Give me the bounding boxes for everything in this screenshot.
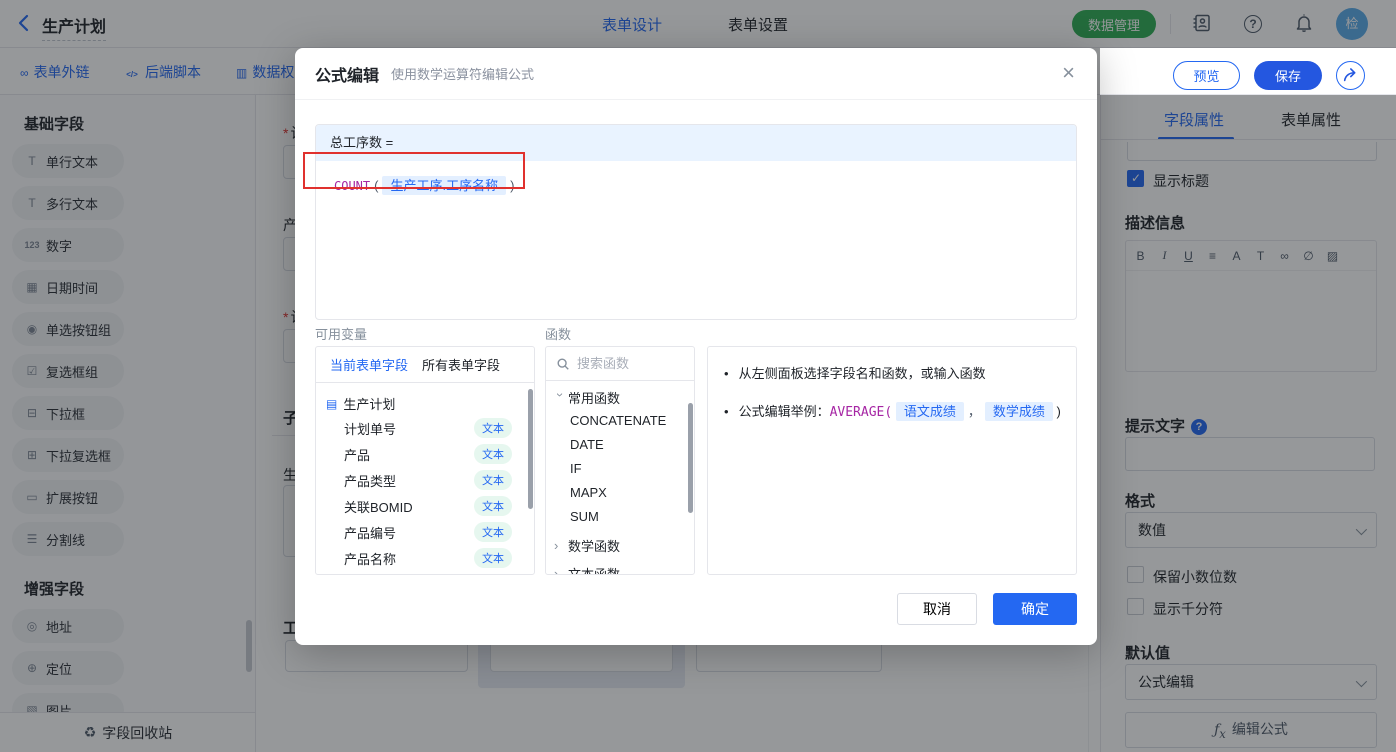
- functions-scrollbar-thumb[interactable]: [688, 403, 693, 513]
- function-group-name: 数学函数: [568, 538, 621, 554]
- function-item[interactable]: MAPX: [546, 481, 694, 505]
- function-search: [546, 347, 694, 381]
- variable-name: 产品名称: [344, 551, 397, 567]
- tab-all-form-fields[interactable]: 所有表单字段: [422, 355, 500, 374]
- search-icon: [557, 357, 569, 370]
- variable-row[interactable]: 产品 文本: [316, 441, 534, 467]
- function-search-input[interactable]: [577, 356, 677, 371]
- variable-name: 产品: [344, 447, 371, 463]
- example-function-token: AVERAGE(: [829, 405, 893, 420]
- function-item[interactable]: SUM: [546, 505, 694, 529]
- variables-label: 可用变量: [315, 327, 368, 342]
- formula-target: 总工序数 =: [316, 125, 1076, 161]
- modal-overlay: [0, 0, 1396, 48]
- save-button[interactable]: 保存: [1254, 61, 1322, 90]
- preview-button[interactable]: 预览: [1173, 61, 1240, 90]
- modal-title: 公式编辑: [315, 67, 380, 85]
- function-group-expanded[interactable]: › 常用函数: [546, 385, 694, 409]
- variable-row[interactable]: 关联BOMID 文本: [316, 493, 534, 519]
- chevron-icon: ›: [554, 565, 559, 575]
- function-item[interactable]: IF: [546, 457, 694, 481]
- document-icon: ▤: [326, 396, 338, 411]
- formula-hints-panel: • 从左侧面板选择字段名和函数，或输入函数 • 公式编辑举例：AVERAGE( …: [707, 346, 1077, 575]
- variables-scrollbar-thumb[interactable]: [528, 389, 533, 509]
- variables-tabs: 当前表单字段 所有表单字段: [316, 347, 534, 383]
- confirm-button[interactable]: 确定: [993, 593, 1077, 625]
- variable-type-badge: 文本: [474, 496, 512, 516]
- variable-name: 关联BOMID: [344, 499, 413, 515]
- function-group-name: 常用函数: [568, 390, 621, 406]
- formula-expression[interactable]: COUNT(生产工序.工序名称): [316, 161, 1076, 195]
- variable-type-badge: 文本: [474, 418, 512, 438]
- function-item[interactable]: CONCATENATE: [546, 409, 694, 433]
- variable-row[interactable]: 产品类型 文本: [316, 467, 534, 493]
- variable-field-list: 计划单号 文本 产品 文本 产品类型 文本 关联BOMID 文本 产品编号 文本 产品名称 文本: [316, 415, 534, 571]
- variable-row[interactable]: 计划单号 文本: [316, 415, 534, 441]
- function-token: COUNT: [334, 179, 371, 193]
- form-tree-root[interactable]: ▤ 生产计划: [326, 394, 534, 413]
- function-list: › 常用函数 CONCATENATE DATE IF MAPX SUM › 数学函数 › 文本函数: [546, 385, 694, 575]
- chevron-icon: ›: [552, 392, 568, 397]
- functions-label: 函数: [545, 327, 572, 342]
- chevron-icon: ›: [554, 537, 559, 553]
- modal-header: 公式编辑 使用数学运算符编辑公式 ×: [295, 48, 1097, 100]
- share-icon[interactable]: [1336, 61, 1365, 90]
- variable-type-badge: 文本: [474, 548, 512, 568]
- variables-panel: 当前表单字段 所有表单字段 ▤ 生产计划 计划单号 文本 产品 文本 产品类型 文本 关联B…: [315, 346, 535, 575]
- variable-name: 产品编号: [344, 525, 397, 541]
- example-field-chip: 数学成绩: [984, 402, 1053, 421]
- tab-current-form-fields[interactable]: 当前表单字段: [330, 355, 408, 374]
- function-group-name: 文本函数: [568, 566, 621, 575]
- cancel-button[interactable]: 取消: [897, 593, 977, 625]
- close-icon[interactable]: ×: [1062, 60, 1075, 86]
- variable-row[interactable]: 产品编号 文本: [316, 519, 534, 545]
- function-group-collapsed[interactable]: › 数学函数: [546, 533, 694, 557]
- formula-editor-area[interactable]: 总工序数 = COUNT(生产工序.工序名称): [315, 124, 1077, 320]
- variable-type-badge: 文本: [474, 522, 512, 542]
- variable-type-badge: 文本: [474, 444, 512, 464]
- hint-example-line: • 公式编辑举例：AVERAGE( 语文成绩，数学成绩 ): [724, 402, 1061, 421]
- field-reference-chip[interactable]: 生产工序.工序名称: [382, 176, 507, 195]
- function-group-collapsed[interactable]: › 文本函数: [546, 561, 694, 575]
- formula-editor-modal: 公式编辑 使用数学运算符编辑公式 × 总工序数 = COUNT(生产工序.工序名…: [295, 48, 1097, 645]
- hint-line: • 从左侧面板选择字段名和函数，或输入函数: [724, 366, 986, 381]
- variable-row[interactable]: 产品名称 文本: [316, 545, 534, 571]
- example-field-chip: 语文成绩: [895, 402, 964, 421]
- variable-type-badge: 文本: [474, 470, 512, 490]
- functions-panel: ›常用函数CONCATENATEDATEIFMAPXSUM›数学函数›文本函数: [545, 346, 695, 575]
- function-item[interactable]: DATE: [546, 433, 694, 457]
- modal-subtitle: 使用数学运算符编辑公式: [391, 67, 535, 82]
- variable-name: 产品类型: [344, 473, 397, 489]
- variable-name: 计划单号: [344, 421, 397, 437]
- modal-overlay: [1100, 95, 1396, 752]
